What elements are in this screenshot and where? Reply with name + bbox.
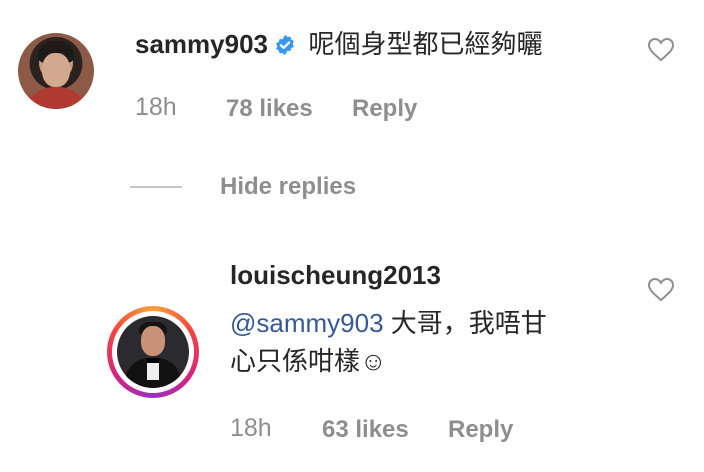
reply-text: @sammy903 大哥，我唔甘 心只係咁樣☺ xyxy=(230,304,547,380)
comment-header: sammy903 呢個身型都已經夠曬 xyxy=(135,24,542,61)
comment-time: 18h xyxy=(135,93,177,121)
mention-link[interactable]: @sammy903 xyxy=(230,308,384,338)
divider xyxy=(130,186,182,188)
reply-likes[interactable]: 63 likes xyxy=(322,416,409,444)
hide-replies-button[interactable]: Hide replies xyxy=(220,173,356,201)
avatar[interactable] xyxy=(18,33,94,109)
comment-username[interactable]: sammy903 xyxy=(135,29,268,59)
reply-username[interactable]: louischeung2013 xyxy=(230,260,441,291)
comment-likes[interactable]: 78 likes xyxy=(226,95,313,123)
verified-badge-icon xyxy=(274,34,296,56)
reply-text-line2: 心只係咁樣☺ xyxy=(230,346,387,376)
reply-text-line1: 大哥，我唔甘 xyxy=(383,308,547,338)
heart-outline-icon[interactable] xyxy=(647,37,675,62)
reply-button[interactable]: Reply xyxy=(352,95,417,123)
comment-text: 呢個身型都已經夠曬 xyxy=(308,29,543,59)
reply-time: 18h xyxy=(230,414,272,442)
heart-outline-icon[interactable] xyxy=(647,277,675,302)
avatar xyxy=(117,316,189,388)
reply-button[interactable]: Reply xyxy=(448,416,513,444)
avatar-story-ring[interactable] xyxy=(107,306,199,398)
